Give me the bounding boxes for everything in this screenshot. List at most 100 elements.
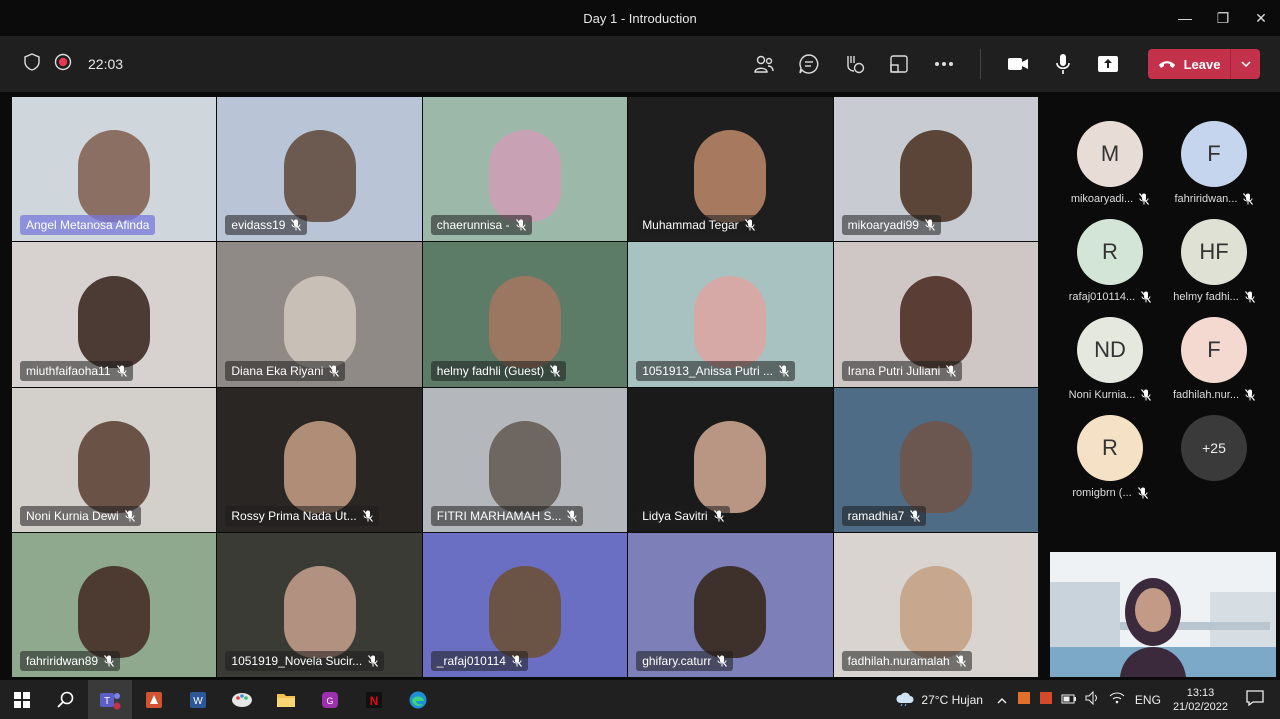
notification-icon[interactable] xyxy=(1246,690,1264,709)
participant-name-label: _rafaj010114 xyxy=(430,651,528,671)
participant-name: ramadhia7 xyxy=(847,508,905,523)
app-tray-icon-2[interactable] xyxy=(1039,691,1053,708)
sidebar-participant[interactable]: Mmikoaryadi... xyxy=(1058,121,1162,205)
self-view-video[interactable] xyxy=(1050,552,1276,677)
participant-video-figure xyxy=(283,130,356,223)
mic-muted-icon xyxy=(550,364,561,377)
participants-icon[interactable] xyxy=(746,46,782,82)
close-icon[interactable]: ✕ xyxy=(1242,0,1280,36)
video-tile[interactable]: Irana Putri Juliani xyxy=(833,242,1038,387)
participant-name-label: Rossy Prima Nada Ut... xyxy=(225,505,379,526)
more-participants-button[interactable]: +25 xyxy=(1162,415,1266,499)
participant-video-figure xyxy=(899,130,972,223)
sidebar-participant-name: fadhilah.nur... xyxy=(1173,389,1255,401)
participant-video-figure xyxy=(488,130,561,223)
mic-muted-icon xyxy=(116,364,127,377)
participant-video-figure xyxy=(694,566,767,659)
participant-video-figure xyxy=(899,275,972,368)
sidebar-participant[interactable]: ND Noni Kurnia... xyxy=(1058,317,1162,401)
avatar: HF xyxy=(1181,219,1247,285)
video-tile[interactable]: helmy fadhli (Guest) xyxy=(422,242,628,387)
sidebar-participant[interactable]: Rromigbrn (... xyxy=(1058,415,1162,499)
restore-icon[interactable]: ❐ xyxy=(1204,0,1242,36)
edge-browser-icon[interactable] xyxy=(396,680,440,719)
windows-start-icon[interactable] xyxy=(0,680,44,719)
svg-text:N: N xyxy=(370,694,379,708)
video-tile[interactable]: Lidya Savitri xyxy=(628,387,833,532)
video-tile[interactable]: 1051913_Anissa Putri ... xyxy=(628,242,833,387)
app-tray-icon-1[interactable] xyxy=(1017,691,1031,708)
recording-icon xyxy=(54,53,72,76)
video-tile[interactable]: Diana Eka Riyani xyxy=(217,242,422,387)
video-tile[interactable]: 1051919_Novela Sucir... xyxy=(217,532,422,677)
more-options-icon[interactable] xyxy=(926,46,962,82)
video-tile[interactable]: ramadhia7 xyxy=(833,387,1038,532)
system-clock[interactable]: 13:13 21/02/2022 xyxy=(1173,686,1228,714)
chevron-up-icon[interactable] xyxy=(997,693,1007,707)
participant-video-figure xyxy=(283,420,356,513)
microphone-icon[interactable] xyxy=(1045,46,1081,82)
video-tile[interactable]: FITRI MARHAMAH S... xyxy=(422,387,628,532)
video-tile[interactable]: Muhammad Tegar xyxy=(628,97,833,242)
office-app-icon[interactable] xyxy=(132,680,176,719)
video-tile[interactable]: fahriridwan89 xyxy=(12,532,217,677)
volume-icon[interactable] xyxy=(1085,690,1101,708)
mic-muted-icon xyxy=(104,655,115,667)
participant-name: romigbrn (... xyxy=(1072,487,1132,499)
mic-muted-icon xyxy=(515,219,526,232)
sidebar-participant[interactable]: HF helmy fadhi... xyxy=(1162,219,1266,303)
rooms-icon[interactable] xyxy=(881,46,917,82)
language-indicator[interactable]: ENG xyxy=(1135,693,1161,707)
sidebar-participant-name: rafaj010114... xyxy=(1069,291,1152,303)
svg-text:W: W xyxy=(193,696,203,707)
participant-name-label: helmy fadhli (Guest) xyxy=(430,360,567,381)
video-tile[interactable]: chaerunnisa - xyxy=(422,97,628,242)
weather-icon xyxy=(895,690,915,709)
search-icon[interactable] xyxy=(44,680,88,719)
mic-muted-icon xyxy=(1141,291,1152,303)
share-screen-icon[interactable] xyxy=(1090,46,1126,82)
file-explorer-icon[interactable] xyxy=(264,680,308,719)
participant-video-figure xyxy=(694,130,767,223)
camera-icon[interactable] xyxy=(1000,46,1036,82)
chat-icon[interactable] xyxy=(791,46,827,82)
video-tile[interactable]: miuthfaifaoha11 xyxy=(12,242,217,387)
word-app-icon[interactable]: W xyxy=(176,680,220,719)
window-controls: — ❐ ✕ xyxy=(1166,0,1280,36)
pdf-app-icon[interactable]: G xyxy=(308,680,352,719)
participant-name-label: 1051919_Novela Sucir... xyxy=(225,651,385,671)
mic-muted-icon xyxy=(713,509,724,522)
teams-app-icon[interactable]: T xyxy=(88,680,132,719)
wifi-icon[interactable] xyxy=(1109,691,1125,708)
video-tile[interactable]: mikoaryadi99 xyxy=(833,97,1038,242)
video-tile[interactable]: ghifary.caturr xyxy=(628,532,833,677)
video-tile[interactable]: Noni Kurnia Dewi xyxy=(12,387,217,532)
mic-muted-icon xyxy=(368,655,379,667)
toolbar-divider xyxy=(980,49,981,79)
video-tile[interactable]: Rossy Prima Nada Ut... xyxy=(217,387,422,532)
reactions-icon[interactable] xyxy=(836,46,872,82)
video-tile[interactable]: Angel Metanosa Afinda xyxy=(12,97,217,242)
video-tile[interactable]: fadhilah.nuramalah xyxy=(833,532,1038,677)
minimize-icon[interactable]: — xyxy=(1166,0,1204,36)
leave-button[interactable]: Leave xyxy=(1148,49,1260,79)
participant-name-label: ramadhia7 xyxy=(841,505,927,526)
participant-name: fadhilah.nuramalah xyxy=(847,654,950,668)
leave-options-chevron-icon[interactable] xyxy=(1230,49,1260,79)
sidebar-participant[interactable]: Ffadhilah.nur... xyxy=(1162,317,1266,401)
video-tile[interactable]: evidass19 xyxy=(217,97,422,242)
sidebar-participant[interactable]: Rrafaj010114... xyxy=(1058,219,1162,303)
paint-app-icon[interactable] xyxy=(220,680,264,719)
participant-name: Noni Kurnia Dewi xyxy=(26,508,119,523)
participant-video-figure xyxy=(488,420,561,513)
participant-name-label: fadhilah.nuramalah xyxy=(841,651,972,671)
participant-name: Irana Putri Juliani xyxy=(847,363,941,378)
mic-muted-icon xyxy=(124,509,135,522)
video-grid: Angel Metanosa Afinda evidass19 chaerunnis… xyxy=(12,97,1038,677)
leave-main[interactable]: Leave xyxy=(1148,57,1230,72)
battery-icon[interactable] xyxy=(1061,693,1077,707)
weather-text[interactable]: 27°C Hujan xyxy=(921,693,983,707)
video-tile[interactable]: _rafaj010114 xyxy=(422,532,628,677)
sidebar-participant[interactable]: Ffahriridwan... xyxy=(1162,121,1266,205)
netflix-app-icon[interactable]: N xyxy=(352,680,396,719)
